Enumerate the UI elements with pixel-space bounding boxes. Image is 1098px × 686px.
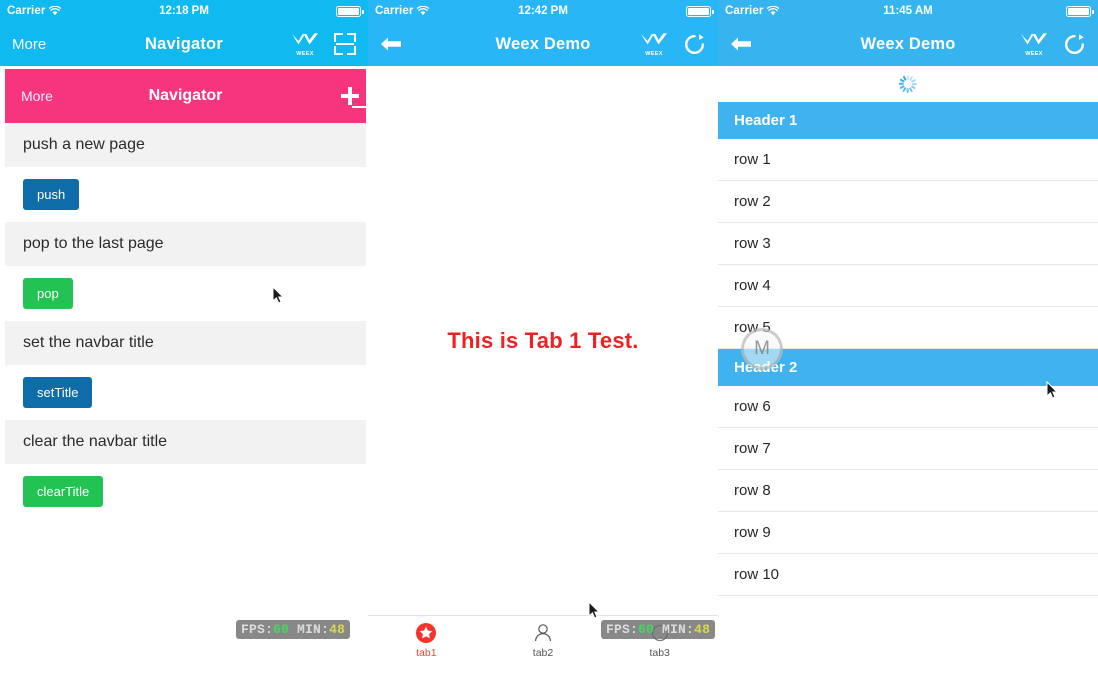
fps-label: FPS:: [241, 622, 274, 637]
user-outline-icon: [532, 622, 554, 644]
refresh-icon[interactable]: [683, 33, 706, 56]
min-label: MIN:: [662, 622, 695, 637]
middle-content-area: This is Tab 1 Test.: [368, 66, 718, 615]
list-row[interactable]: row 9: [718, 512, 1098, 554]
min-label: MIN:: [297, 622, 330, 637]
list-refresh-area: [718, 66, 1098, 102]
weex-logo-icon[interactable]: WEEX: [1019, 31, 1049, 57]
scan-frame-icon[interactable]: [334, 33, 356, 55]
weex-logo-text: WEEX: [645, 50, 663, 57]
nav-right-actions-middle: WEEX: [639, 31, 706, 57]
nav-right-actions-left: WEEX: [290, 31, 356, 57]
status-bar-right-group: [1066, 5, 1094, 17]
battery-icon: [686, 5, 714, 17]
tab-test-text: This is Tab 1 Test.: [447, 327, 639, 353]
nav-bar-middle: Weex Demo WEEX: [368, 22, 718, 66]
carrier-label: Carrier: [725, 5, 764, 17]
fps-overlay-left: FPS:60 MIN:48: [236, 620, 351, 639]
nav-back-more-button[interactable]: More: [12, 36, 46, 53]
section-label-clear-title: clear the navbar title: [5, 420, 366, 464]
min-value: 48: [694, 622, 711, 637]
weex-logo-icon[interactable]: WEEX: [290, 31, 320, 57]
status-bar-left-group: Carrier: [375, 5, 430, 17]
wifi-icon: [767, 5, 780, 16]
tab-label-tab1: tab1: [416, 647, 437, 659]
status-bar-right: Carrier 11:45 AM: [718, 0, 1098, 22]
status-bar-left: Carrier 12:18 PM: [0, 0, 368, 22]
panel-weex-demo-right: Carrier 11:45 AM Weex Demo WEEX Header 1…: [718, 0, 1098, 686]
weex-logo-mark: [640, 32, 668, 52]
back-arrow-icon[interactable]: [730, 35, 752, 53]
status-bar-middle: Carrier 12:42 PM: [368, 0, 718, 22]
tab-item-tab1[interactable]: tab1: [368, 622, 485, 659]
star-badge-icon: [415, 622, 437, 644]
list-row[interactable]: row 7: [718, 428, 1098, 470]
push-button[interactable]: push: [23, 179, 80, 210]
button-row-set-title: setTitle: [5, 365, 368, 420]
list-row[interactable]: row 8: [718, 470, 1098, 512]
clear-title-button[interactable]: clearTitle: [23, 476, 104, 507]
list-row[interactable]: row 6: [718, 386, 1098, 428]
min-value: 48: [329, 622, 346, 637]
weex-logo-text: WEEX: [296, 50, 314, 57]
panel-weex-demo-middle: Carrier 12:42 PM Weex Demo WEEX This is …: [368, 0, 718, 686]
refresh-icon[interactable]: [1063, 33, 1086, 56]
weex-logo-icon[interactable]: WEEX: [639, 31, 669, 57]
weex-inspector-badge-icon[interactable]: M: [741, 328, 783, 370]
nav-right-actions-right: WEEX: [1019, 31, 1086, 57]
battery-icon: [336, 5, 364, 17]
button-row-pop: pop: [5, 266, 368, 321]
weex-navbar-title: Navigator: [148, 87, 223, 104]
battery-icon: [1066, 5, 1094, 17]
button-row-push: push: [5, 167, 368, 222]
list-row[interactable]: row 10: [718, 554, 1098, 596]
panel-navigator-left: Carrier 12:18 PM More Navigator WEEX Mor…: [0, 0, 368, 686]
carrier-label: Carrier: [375, 5, 414, 17]
list-row[interactable]: row 1: [718, 139, 1098, 181]
activity-spinner-icon: [899, 75, 918, 93]
tab-item-tab2[interactable]: tab2: [485, 622, 602, 659]
section-label-pop: pop to the last page: [5, 222, 366, 266]
list-row[interactable]: row 2: [718, 181, 1098, 223]
set-title-button[interactable]: setTitle: [23, 377, 93, 408]
list-row[interactable]: row 4: [718, 265, 1098, 307]
tab-label-tab3: tab3: [649, 647, 670, 659]
list-section-header[interactable]: Header 1: [718, 102, 1098, 139]
weex-navbar-more-button[interactable]: More: [21, 88, 53, 104]
weex-logo-text: WEEX: [1025, 50, 1043, 57]
list-row[interactable]: row 3: [718, 223, 1098, 265]
tab-label-tab2: tab2: [532, 647, 554, 659]
nav-bar-right: Weex Demo WEEX: [718, 22, 1098, 66]
wifi-icon: [49, 5, 62, 16]
weex-logo-mark: [291, 32, 319, 52]
status-bar-right-group: [686, 5, 714, 17]
back-arrow-icon[interactable]: [380, 35, 402, 53]
status-bar-left-group: Carrier: [7, 5, 62, 17]
wifi-icon: [417, 5, 430, 16]
fps-overlay-middle: FPS:60 MIN:48: [601, 620, 716, 639]
fps-value: 60: [638, 622, 655, 637]
weex-inner-navbar: More Navigator: [5, 69, 368, 123]
section-label-push: push a new page: [5, 123, 366, 167]
weex-logo-mark: [1020, 32, 1048, 52]
nav-bar-left: More Navigator WEEX: [0, 22, 368, 66]
section-label-set-title: set the navbar title: [5, 321, 366, 365]
carrier-label: Carrier: [7, 5, 46, 17]
pop-button[interactable]: pop: [23, 278, 73, 309]
button-row-clear-title: clearTitle: [5, 464, 368, 519]
status-bar-left-group: Carrier: [725, 5, 780, 17]
status-bar-right-group: [336, 5, 364, 17]
fps-label: FPS:: [606, 622, 639, 637]
fps-value: 60: [273, 622, 290, 637]
